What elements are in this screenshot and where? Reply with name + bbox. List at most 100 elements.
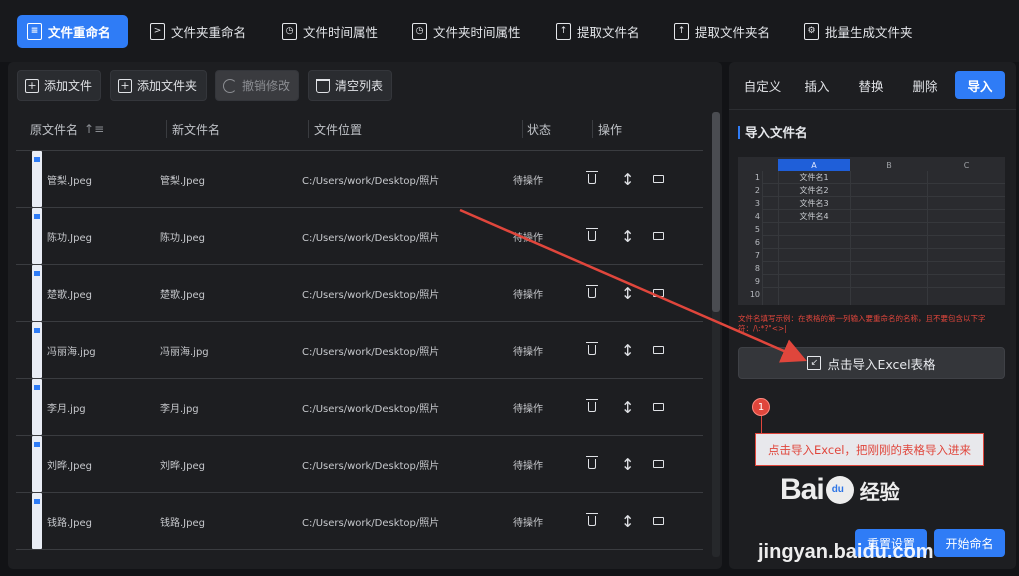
move-row-handle[interactable]: ↕ <box>621 265 634 321</box>
start-rename-button[interactable]: 开始命名 <box>934 529 1005 557</box>
location-cell: C:/Users/work/Desktop/照片 <box>302 403 440 415</box>
paw-logo-icon: du <box>825 476 854 504</box>
open-folder-button[interactable] <box>653 379 664 435</box>
clear-list-label: 清空列表 <box>335 79 384 93</box>
delete-row-button[interactable] <box>586 379 598 435</box>
move-row-handle[interactable]: ↕ <box>621 208 634 264</box>
image-file-icon <box>32 379 42 435</box>
add-file-button[interactable]: + 添加文件 <box>17 70 101 101</box>
open-folder-button[interactable] <box>653 493 664 549</box>
new-name-cell: 李月.jpg <box>160 403 199 415</box>
image-file-icon <box>32 208 42 264</box>
clock-folder-icon: ◷ <box>412 23 427 40</box>
row-number: 2 <box>754 186 760 195</box>
delete-row-button[interactable] <box>586 322 598 378</box>
nav-file-time[interactable]: ◷ 文件时间属性 <box>272 15 388 48</box>
image-file-icon <box>32 436 42 492</box>
row-number: 4 <box>754 212 760 221</box>
table-row[interactable]: 陈功.Jpeg 陈功.Jpeg C:/Users/work/Desktop/照片… <box>16 208 703 265</box>
header-ops: 操作 <box>598 122 623 137</box>
table-row[interactable]: 冯丽海.jpg 冯丽海.jpg C:/Users/work/Desktop/照片… <box>16 322 703 379</box>
header-new-name: 新文件名 <box>172 122 221 137</box>
nav-extract-filename[interactable]: ↑ 提取文件名 <box>546 15 650 48</box>
nav-label: 提取文件名 <box>577 25 640 40</box>
scrollbar-thumb[interactable] <box>712 112 720 312</box>
status-cell: 待操作 <box>513 232 543 244</box>
open-folder-button[interactable] <box>653 436 664 492</box>
row-number: 3 <box>754 199 760 208</box>
clear-list-button[interactable]: 清空列表 <box>308 70 392 101</box>
delete-row-button[interactable] <box>586 151 598 207</box>
grid-line <box>762 235 1005 236</box>
grid-line <box>762 171 763 305</box>
column-header: A <box>778 159 850 171</box>
callout-connector <box>761 416 762 434</box>
folder-icon <box>653 460 664 468</box>
table-row[interactable]: 李月.jpg 李月.jpg C:/Users/work/Desktop/照片 待… <box>16 379 703 436</box>
folder-icon <box>653 175 664 183</box>
move-row-handle[interactable]: ↕ <box>621 322 634 378</box>
clock-file-icon: ◷ <box>282 23 297 40</box>
status-cell: 待操作 <box>513 175 543 187</box>
trash-icon <box>586 399 598 412</box>
delete-row-button[interactable] <box>586 436 598 492</box>
row-number: 8 <box>754 264 760 273</box>
open-folder-button[interactable] <box>653 265 664 321</box>
table-row[interactable]: 刘晔.Jpeg 刘晔.Jpeg C:/Users/work/Desktop/照片… <box>16 436 703 493</box>
trash-icon <box>586 342 598 355</box>
open-folder-button[interactable] <box>653 208 664 264</box>
orig-name-cell: 楚歌.Jpeg <box>47 289 92 301</box>
watermark-du: du <box>831 484 844 495</box>
new-name-cell: 楚歌.Jpeg <box>160 289 205 301</box>
add-folder-button[interactable]: + 添加文件夹 <box>110 70 207 101</box>
vertical-scrollbar[interactable] <box>712 112 720 557</box>
nav-folder-time[interactable]: ◷ 文件夹时间属性 <box>402 15 532 48</box>
orig-name-cell: 钱路.Jpeg <box>47 517 92 529</box>
sort-icon[interactable]: ↑≡ <box>84 122 104 136</box>
nav-batch-create-folder[interactable]: ⚙ 批量生成文件夹 <box>794 15 924 48</box>
location-cell: C:/Users/work/Desktop/照片 <box>302 346 440 358</box>
nav-folder-rename[interactable]: > 文件夹重命名 <box>140 15 258 48</box>
delete-row-button[interactable] <box>586 493 598 549</box>
nav-label: 提取文件夹名 <box>695 25 771 40</box>
table-row[interactable]: 钱路.Jpeg 钱路.Jpeg C:/Users/work/Desktop/照片… <box>16 493 703 550</box>
upload-file-icon: ↑ <box>674 23 689 40</box>
delete-row-button[interactable] <box>586 208 598 264</box>
header-orig-name[interactable]: 原文件名 ↑≡ <box>30 108 104 150</box>
location-cell: C:/Users/work/Desktop/照片 <box>302 175 440 187</box>
move-row-handle[interactable]: ↕ <box>621 151 634 207</box>
extract-file-icon: ↑ <box>556 23 571 40</box>
sample-cell: 文件名3 <box>799 199 829 208</box>
table-row[interactable]: 管梨.Jpeg 管梨.Jpeg C:/Users/work/Desktop/照片… <box>16 151 703 208</box>
status-cell: 待操作 <box>513 346 543 358</box>
undo-button[interactable]: 撤销修改 <box>215 70 299 101</box>
open-folder-button[interactable] <box>653 151 664 207</box>
tab-insert[interactable]: 插入 <box>795 71 839 99</box>
nav-file-rename[interactable]: ≡ 文件重命名 <box>17 15 128 48</box>
basket-icon <box>316 78 330 93</box>
gear-folder-icon: ⚙ <box>804 23 819 40</box>
grid-line <box>850 171 851 305</box>
grid-line <box>927 171 928 305</box>
move-row-handle[interactable]: ↕ <box>621 379 634 435</box>
move-row-handle[interactable]: ↕ <box>621 436 634 492</box>
section-title: 导入文件名 <box>738 126 808 139</box>
open-folder-button[interactable] <box>653 322 664 378</box>
table-row[interactable]: 楚歌.Jpeg 楚歌.Jpeg C:/Users/work/Desktop/照片… <box>16 265 703 322</box>
import-excel-button[interactable]: ↙ 点击导入Excel表格 <box>738 347 1005 379</box>
delete-row-button[interactable] <box>586 265 598 321</box>
nav-extract-foldername[interactable]: ↑ 提取文件夹名 <box>664 15 780 48</box>
orig-name-cell: 李月.jpg <box>47 403 86 415</box>
tab-replace[interactable]: 替换 <box>849 71 893 99</box>
tab-delete[interactable]: 删除 <box>903 71 947 99</box>
nav-label: 文件重命名 <box>48 25 111 40</box>
move-row-handle[interactable]: ↕ <box>621 493 634 549</box>
add-file-label: 添加文件 <box>44 79 93 93</box>
image-file-icon <box>32 322 42 378</box>
new-name-cell: 钱路.Jpeg <box>160 517 205 529</box>
tab-custom[interactable]: 自定义 <box>737 71 788 99</box>
import-check-icon: ↙ <box>807 356 822 370</box>
row-number: 6 <box>754 238 760 247</box>
sample-cell: 文件名2 <box>799 186 829 195</box>
tab-import[interactable]: 导入 <box>955 71 1005 99</box>
